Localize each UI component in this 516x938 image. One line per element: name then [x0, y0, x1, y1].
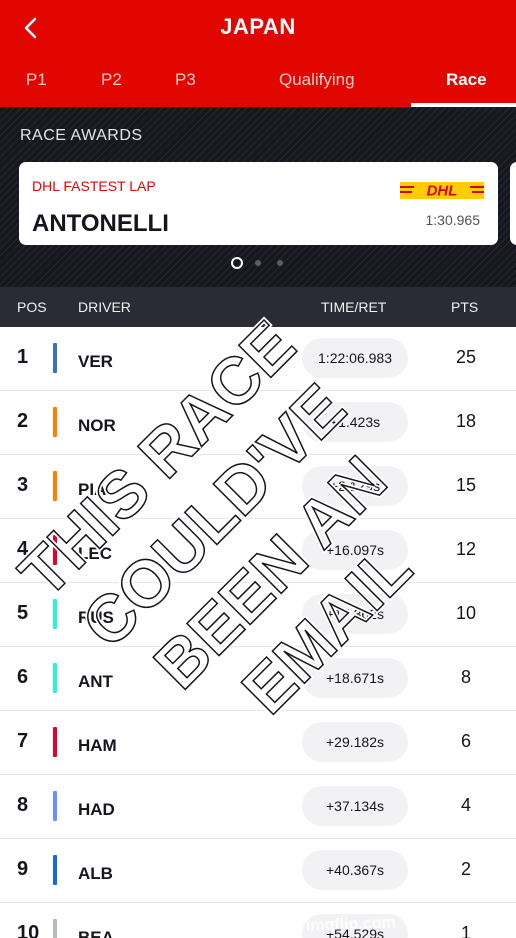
points: 2: [460, 859, 471, 879]
tab-p2[interactable]: P2: [101, 70, 122, 90]
team-color-bar: [53, 471, 57, 501]
race-awards-title: RACE AWARDS: [20, 127, 143, 144]
points: 12: [455, 539, 477, 559]
pagination-dot[interactable]: [255, 260, 261, 266]
dhl-logo: DHL: [400, 182, 484, 200]
race-time: +16.097s: [302, 530, 408, 570]
pagination-dot-active[interactable]: [231, 257, 243, 269]
header-time: TIME/RET: [321, 299, 387, 315]
team-color-bar: [53, 407, 57, 437]
driver-code: VER: [78, 352, 113, 371]
team-color-bar: [53, 343, 57, 373]
table-row[interactable]: 2 NOR +1.423s 18: [0, 391, 516, 455]
next-award-card[interactable]: [510, 162, 516, 245]
tab-p1[interactable]: P1: [26, 70, 47, 90]
tab-race[interactable]: Race: [446, 70, 487, 90]
award-label: DHL FASTEST LAP: [32, 178, 156, 194]
driver-code: ANT: [78, 672, 113, 691]
table-row[interactable]: 5 RUS +17.362s 10: [0, 583, 516, 647]
table-row[interactable]: 9 ALB +40.367s 2: [0, 839, 516, 903]
position: 10: [17, 922, 40, 938]
page-title: JAPAN: [220, 14, 296, 39]
team-color-bar: [53, 855, 57, 885]
position: 5: [17, 602, 29, 624]
points: 15: [455, 475, 477, 495]
driver-code: LEC: [78, 544, 112, 563]
table-row[interactable]: 10 BEA +54.529s 1: [0, 903, 516, 938]
table-row[interactable]: 8 HAD +37.134s 4: [0, 775, 516, 839]
race-time: +2.129s: [302, 466, 408, 506]
driver-code: HAD: [78, 800, 115, 819]
table-row[interactable]: 3 PIA +2.129s 15: [0, 455, 516, 519]
table-row[interactable]: 1 VER 1:22:06.983 25: [0, 327, 516, 391]
team-color-bar: [53, 919, 57, 938]
driver-code: RUS: [78, 608, 114, 627]
driver-code: HAM: [78, 736, 117, 755]
award-time: 1:30.965: [425, 212, 481, 228]
tab-qualifying[interactable]: Qualifying: [279, 70, 355, 90]
position: 1: [17, 346, 29, 368]
position: 6: [17, 666, 29, 688]
session-tabs: P1 P2 P3 Qualifying Race: [0, 58, 516, 107]
race-time: +1.423s: [302, 402, 408, 442]
header-pos: POS: [17, 299, 47, 315]
svg-text:DHL: DHL: [427, 183, 458, 200]
driver-code: ALB: [78, 864, 113, 883]
position: 2: [17, 410, 29, 432]
race-awards-section: RACE AWARDS DHL FASTEST LAP ANTONELLI DH…: [0, 107, 516, 287]
header-pts: PTS: [451, 299, 479, 315]
tab-p3[interactable]: P3: [175, 70, 196, 90]
points: 8: [460, 667, 471, 687]
pagination-dot[interactable]: [277, 260, 283, 266]
driver-code: NOR: [78, 416, 116, 435]
table-row[interactable]: 7 HAM +29.182s 6: [0, 711, 516, 775]
points: 25: [455, 347, 477, 367]
carousel-pagination: [231, 257, 291, 269]
position: 3: [17, 474, 29, 496]
team-color-bar: [53, 535, 57, 565]
race-time: +18.671s: [302, 658, 408, 698]
points: 6: [460, 731, 471, 751]
race-time: +37.134s: [302, 786, 408, 826]
results-table-header: POS DRIVER TIME/RET PTS: [0, 287, 516, 327]
points: 1: [460, 923, 471, 938]
table-row[interactable]: 6 ANT +18.671s 8: [0, 647, 516, 711]
race-time: +29.182s: [302, 722, 408, 762]
driver-code: BEA: [78, 928, 114, 938]
race-time: 1:22:06.983: [302, 338, 408, 378]
team-color-bar: [53, 727, 57, 757]
team-color-bar: [53, 599, 57, 629]
app-header: JAPAN P1 P2 P3 Qualifying Race: [0, 0, 516, 107]
position: 9: [17, 858, 29, 880]
team-color-bar: [53, 663, 57, 693]
position: 7: [17, 730, 29, 752]
race-time: +40.367s: [302, 850, 408, 890]
position: 8: [17, 794, 29, 816]
position: 4: [17, 538, 29, 560]
imgflip-watermark: imgflip.com: [305, 914, 397, 935]
award-driver: ANTONELLI: [32, 210, 169, 237]
race-time: +17.362s: [302, 594, 408, 634]
points: 18: [455, 411, 477, 431]
team-color-bar: [53, 791, 57, 821]
points: 4: [460, 795, 471, 815]
points: 10: [455, 603, 477, 623]
header-driver: DRIVER: [78, 299, 131, 315]
fastest-lap-card[interactable]: DHL FASTEST LAP ANTONELLI DHL 1:30.965: [19, 162, 498, 245]
table-row[interactable]: 4 LEC +16.097s 12: [0, 519, 516, 583]
driver-code: PIA: [78, 480, 107, 499]
